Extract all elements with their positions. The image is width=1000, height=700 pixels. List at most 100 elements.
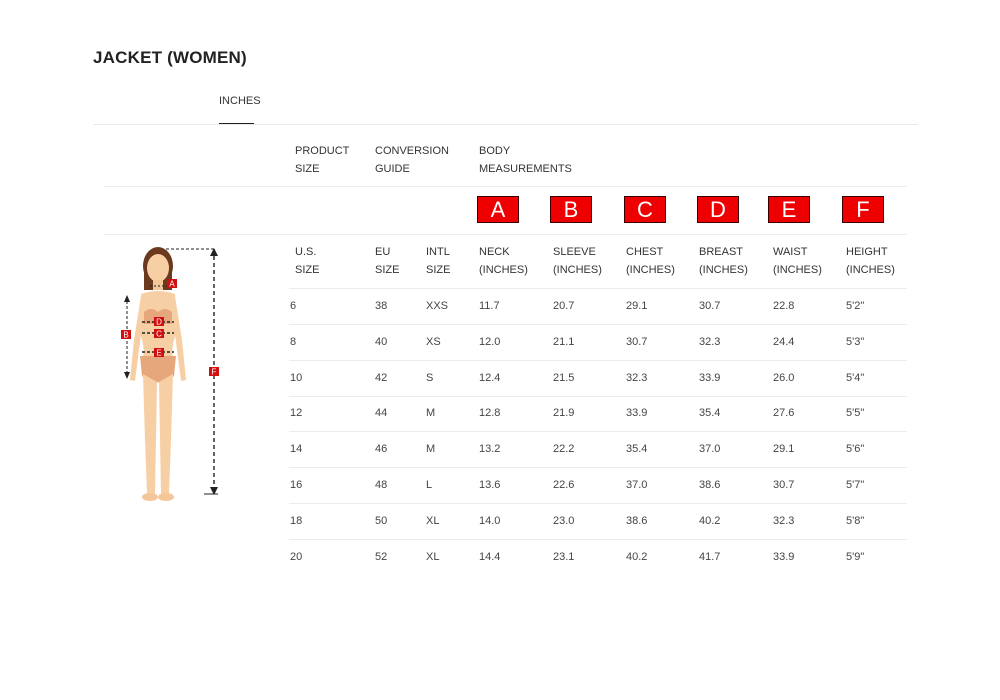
- cell-waist: 32.3: [773, 514, 795, 527]
- cell-eu-size: 48: [375, 479, 388, 491]
- row-divider: [289, 324, 907, 325]
- cell-us-size: 16: [290, 479, 303, 491]
- cell-breast: 35.4: [699, 407, 721, 420]
- badge-d: D: [697, 196, 739, 223]
- cell-us-size: 6: [290, 300, 297, 312]
- cell-height: 5'6": [846, 443, 865, 456]
- cell-us-size: 18: [290, 514, 303, 527]
- col-sleeve: SLEEVE (INCHES): [553, 246, 602, 276]
- cell-waist: 33.9: [773, 550, 795, 563]
- cell-chest: 40.2: [626, 550, 648, 563]
- cell-height: 5'5": [846, 407, 865, 420]
- cell-intl-size: S: [426, 371, 434, 384]
- row-divider: [289, 431, 907, 433]
- figure-marker-e: E: [154, 348, 164, 358]
- badge-a: A: [477, 196, 519, 223]
- cell-waist: 26.0: [773, 371, 795, 384]
- cell-breast: 40.2: [699, 514, 721, 527]
- svg-text:E: E: [156, 349, 161, 358]
- row-divider: [289, 538, 907, 540]
- figure-marker-a: A: [167, 279, 177, 289]
- cell-chest: 29.1: [626, 300, 648, 312]
- cell-neck: 13.2: [479, 443, 501, 456]
- cell-intl-size: XXS: [426, 300, 449, 312]
- row-divider: [289, 503, 907, 504]
- cell-intl-size: M: [426, 407, 436, 420]
- col-eu-size: EU SIZE: [375, 246, 400, 276]
- body-measurement-figure: A B C D E F: [121, 247, 219, 501]
- svg-text:F: F: [212, 368, 217, 377]
- cell-height: 5'3": [846, 335, 865, 348]
- badge-e: E: [768, 196, 810, 223]
- badge-f: F: [842, 196, 884, 223]
- col-intl-size: INTL SIZE: [426, 246, 451, 276]
- cell-neck: 12.8: [479, 407, 501, 420]
- row-divider: [289, 359, 907, 361]
- cell-chest: 30.7: [626, 335, 648, 348]
- cell-neck: 14.4: [479, 550, 501, 563]
- svg-text:D: D: [156, 318, 162, 327]
- divider: [104, 186, 907, 187]
- figure-marker-b: B: [121, 330, 131, 340]
- col-neck: NECK (INCHES): [479, 246, 528, 276]
- svg-text:B: B: [123, 331, 128, 340]
- col-height: HEIGHT (INCHES): [846, 246, 895, 276]
- cell-sleeve: 23.1: [553, 550, 575, 563]
- row-divider: [289, 467, 907, 469]
- cell-intl-size: M: [426, 443, 436, 456]
- cell-breast: 37.0: [699, 443, 721, 456]
- badge-b: B: [550, 196, 592, 223]
- cell-sleeve: 23.0: [553, 514, 575, 527]
- cell-neck: 14.0: [479, 514, 501, 527]
- col-us-size: U.S. SIZE: [295, 246, 320, 276]
- row-divider: [289, 395, 907, 397]
- figure-marker-d: D: [154, 317, 164, 327]
- cell-waist: 27.6: [773, 407, 795, 420]
- cell-height: 5'8": [846, 514, 865, 527]
- cell-height: 5'9": [846, 550, 865, 563]
- svg-text:C: C: [156, 330, 162, 339]
- cell-eu-size: 38: [375, 300, 388, 312]
- cell-sleeve: 21.9: [553, 407, 575, 420]
- cell-eu-size: 46: [375, 443, 388, 456]
- cell-breast: 38.6: [699, 479, 721, 491]
- divider: [104, 234, 907, 235]
- cell-height: 5'4": [846, 371, 865, 384]
- page-title: JACKET (WOMEN): [93, 48, 247, 67]
- cell-eu-size: 52: [375, 550, 388, 563]
- header-product-size: PRODUCT SIZE: [295, 145, 350, 175]
- cell-height: 5'2": [846, 300, 865, 312]
- cell-intl-size: L: [426, 479, 433, 491]
- cell-sleeve: 20.7: [553, 300, 575, 312]
- tab-inches[interactable]: INCHES: [219, 95, 261, 124]
- col-chest: CHEST (INCHES): [626, 246, 675, 276]
- col-breast: BREAST (INCHES): [699, 246, 748, 276]
- tab-divider: [93, 124, 918, 125]
- cell-eu-size: 40: [375, 335, 388, 348]
- cell-us-size: 12: [290, 407, 303, 420]
- cell-chest: 37.0: [626, 479, 648, 491]
- cell-sleeve: 22.2: [553, 443, 575, 456]
- divider: [289, 288, 907, 289]
- cell-sleeve: 21.1: [553, 335, 575, 348]
- cell-breast: 33.9: [699, 371, 721, 384]
- cell-waist: 30.7: [773, 479, 795, 491]
- cell-chest: 32.3: [626, 371, 648, 384]
- cell-intl-size: XL: [426, 550, 440, 563]
- cell-breast: 32.3: [699, 335, 721, 348]
- cell-height: 5'7": [846, 479, 865, 491]
- cell-intl-size: XL: [426, 514, 440, 527]
- cell-waist: 29.1: [773, 443, 795, 456]
- cell-us-size: 20: [290, 550, 303, 563]
- cell-us-size: 8: [290, 335, 297, 348]
- cell-eu-size: 44: [375, 407, 388, 420]
- cell-neck: 12.0: [479, 335, 501, 348]
- cell-waist: 22.8: [773, 300, 795, 312]
- figure-marker-f: F: [209, 367, 219, 377]
- cell-breast: 30.7: [699, 300, 721, 312]
- figure-marker-c: C: [154, 329, 164, 339]
- header-conversion-guide: CONVERSION GUIDE: [375, 145, 449, 175]
- badge-c: C: [624, 196, 666, 223]
- cell-us-size: 10: [290, 371, 303, 384]
- cell-intl-size: XS: [426, 335, 441, 348]
